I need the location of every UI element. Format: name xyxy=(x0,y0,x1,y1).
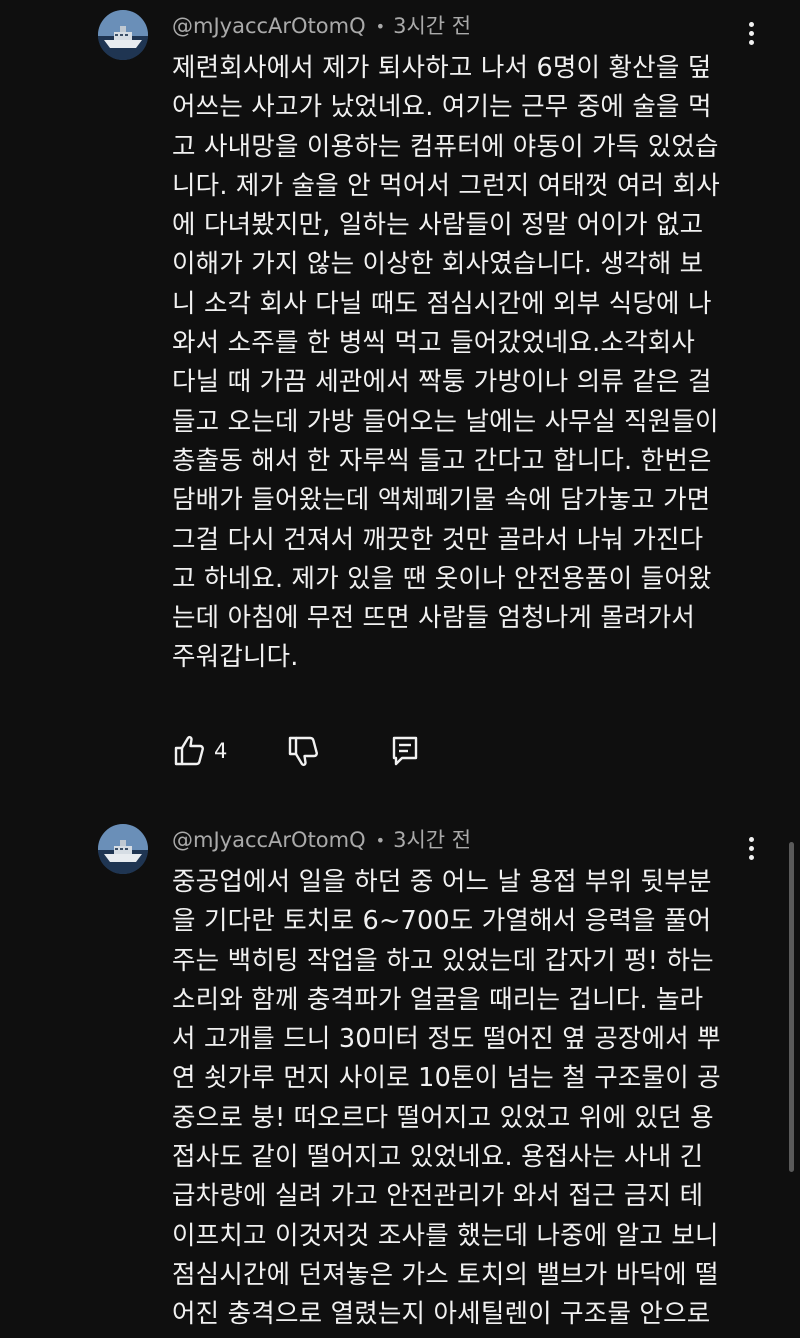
comment-actions: 4 xyxy=(172,731,432,771)
comment-author[interactable]: @mJyaccArOtomQ xyxy=(172,14,366,38)
comment-meta: @mJyaccArOtomQ • 3시간 전 xyxy=(172,824,471,856)
comment-thread-2: @mJyaccArOtomQ • 3시간 전 중공업에서 일을 하던 중 어느 날 … xyxy=(0,800,800,1338)
like-count: 4 xyxy=(214,739,228,763)
meta-separator: • xyxy=(375,17,386,36)
comment-thread-1: @mJyaccArOtomQ • 3시간 전 제련회사에서 제가 퇴사하고 나서 6… xyxy=(0,0,800,800)
thumb-down-icon xyxy=(288,736,318,767)
comment-time[interactable]: 3시간 전 xyxy=(393,14,471,38)
ship-avatar-icon xyxy=(98,10,148,60)
comment-text: 제련회사에서 제가 퇴사하고 나서 6명이 황산을 덮 어쓰는 사고가 났었네요… xyxy=(172,53,720,673)
more-options-button[interactable] xyxy=(738,832,766,866)
like-button[interactable]: 4 xyxy=(172,731,252,771)
thumb-up-icon xyxy=(174,735,204,766)
comment-text: 중공업에서 일을 하던 중 어느 날 용접 부위 뒷부분 을 기다란 토치로 6… xyxy=(172,867,721,1330)
comment-author[interactable]: @mJyaccArOtomQ xyxy=(172,828,366,852)
more-options-button[interactable] xyxy=(738,17,766,51)
author-avatar[interactable] xyxy=(98,824,148,874)
author-avatar[interactable] xyxy=(98,10,148,60)
comment-meta: @mJyaccArOtomQ • 3시간 전 xyxy=(172,10,471,42)
meta-separator: • xyxy=(375,831,386,850)
scrollbar[interactable] xyxy=(789,842,794,1172)
dislike-button[interactable] xyxy=(286,731,326,771)
comment-time[interactable]: 3시간 전 xyxy=(393,828,471,852)
reply-comment-icon xyxy=(392,736,418,766)
ship-avatar-icon xyxy=(98,824,148,874)
reply-button[interactable] xyxy=(390,731,430,771)
